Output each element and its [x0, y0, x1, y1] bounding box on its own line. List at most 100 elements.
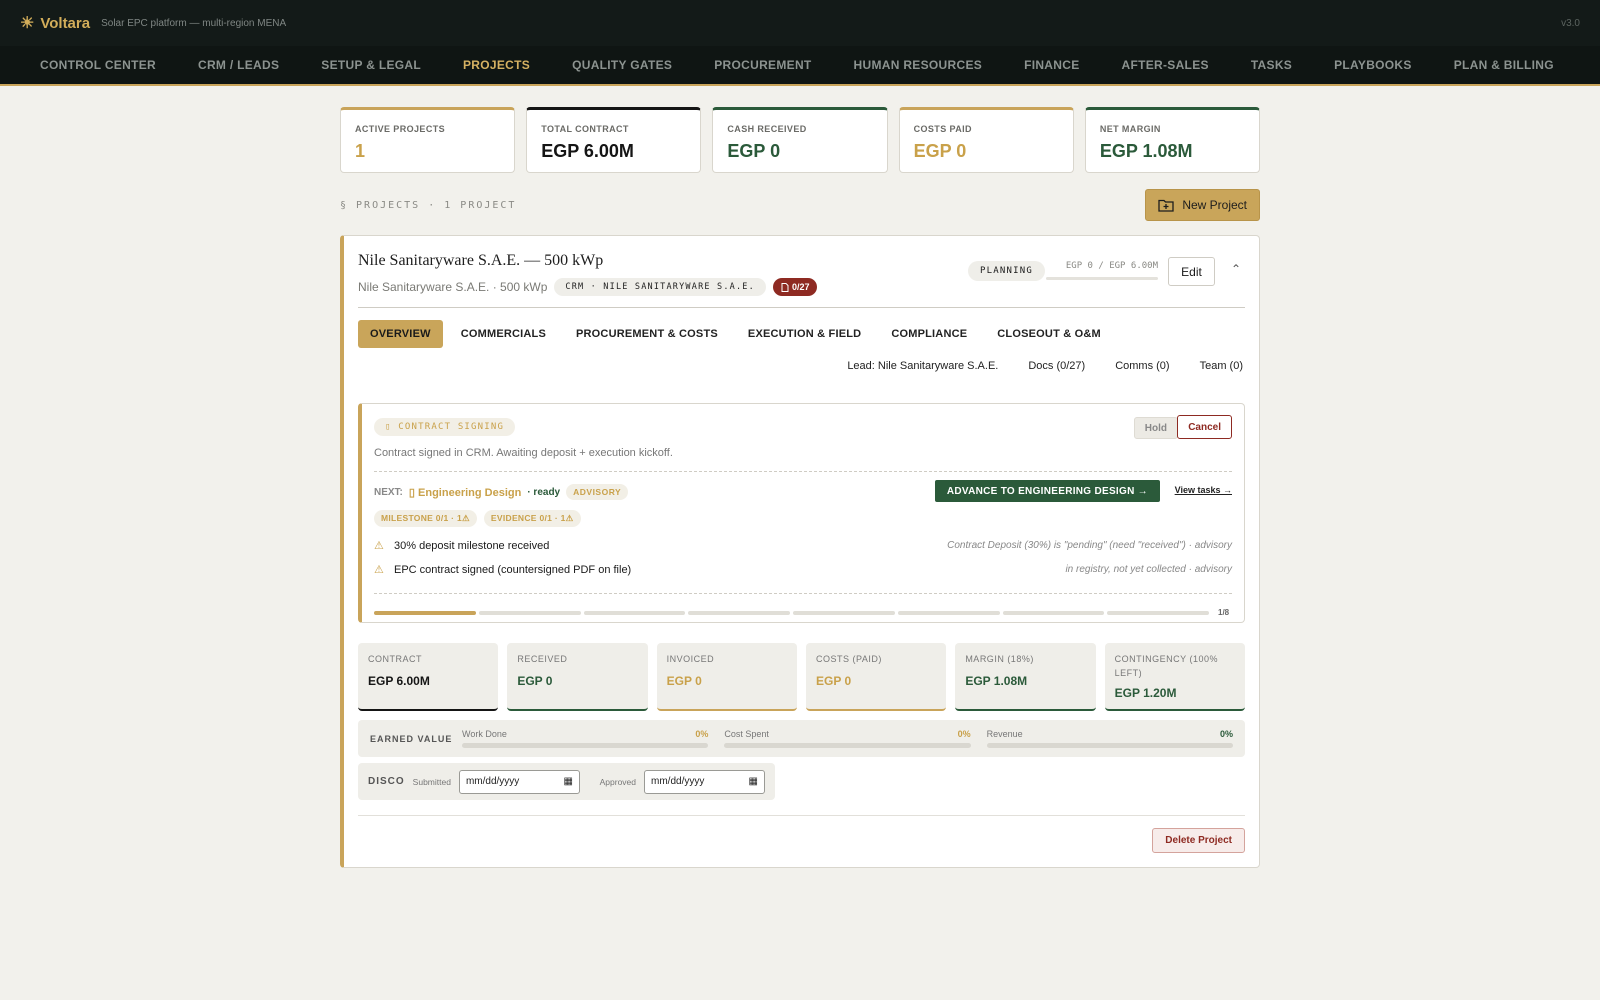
docs-link[interactable]: Docs (0/27) [1028, 360, 1085, 372]
kpi-net-margin: NET MARGIN EGP 1.08M [1084, 107, 1261, 173]
progress-segment [1002, 610, 1105, 615]
tab-overview[interactable]: OVERVIEW [358, 320, 443, 348]
submitted-label: Submitted [412, 776, 451, 787]
ev-name: Cost Spent [724, 729, 769, 739]
cancel-button[interactable]: Cancel [1177, 415, 1232, 439]
submitted-date-input[interactable]: mm/dd/yyyy ▦ [458, 769, 580, 794]
date-placeholder: mm/dd/yyyy [651, 776, 705, 787]
requirement-item: ⚠ EPC contract signed (countersigned PDF… [374, 563, 1232, 577]
fin-label: CONTINGENCY (100% LEFT) [1114, 654, 1218, 678]
ev-pct: 0% [695, 729, 709, 739]
tab-commercials[interactable]: COMMERCIALS [449, 320, 558, 348]
status-badge: PLANNING [968, 261, 1045, 281]
requirement-item: ⚠ 30% deposit milestone received Contrac… [374, 539, 1232, 553]
stage-description: Contract signed in CRM. Awaiting deposit… [374, 447, 673, 459]
evidence-pill: EVIDENCE 0/1 · 1⚠ [483, 510, 581, 527]
delete-project-button[interactable]: Delete Project [1152, 828, 1245, 853]
chevron-up-icon[interactable]: ⌃ [1231, 262, 1241, 276]
hold-button[interactable]: Hold [1133, 417, 1178, 439]
fin-label: COSTS (PAID) [815, 654, 882, 664]
tab-closeout-om[interactable]: CLOSEOUT & O&M [985, 320, 1113, 348]
new-project-label: New Project [1182, 198, 1247, 212]
project-subtitle: Nile Sanitaryware S.A.E. · 500 kWp [358, 280, 548, 294]
stage-progress: 1/8 [374, 608, 1232, 617]
fin-value: EGP 1.20M [1114, 686, 1177, 700]
fin-label: MARGIN (18%) [965, 654, 1034, 664]
calendar-icon[interactable]: ▦ [749, 776, 758, 787]
lead-link[interactable]: Lead: Nile Sanitaryware S.A.E. [847, 360, 998, 372]
kpi-label: CASH RECEIVED [727, 124, 807, 134]
progress-segment [897, 610, 1000, 615]
kpi-label: COSTS PAID [913, 124, 972, 134]
crm-link-chip[interactable]: CRM · NILE SANITARYWARE S.A.E. [554, 278, 766, 296]
disco-panel: DISCO Submitted mm/dd/yyyy ▦ Approved mm… [358, 763, 775, 800]
fin-value: EGP 6.00M [368, 674, 430, 688]
ev-revenue: Revenue 0% [986, 729, 1233, 748]
nav-human-resources[interactable]: HUMAN RESOURCES [854, 58, 983, 72]
cash-progress-bar [1046, 277, 1158, 280]
nav-projects[interactable]: PROJECTS [463, 58, 530, 72]
edit-project-button[interactable]: Edit [1168, 257, 1215, 286]
tab-compliance[interactable]: COMPLIANCE [879, 320, 979, 348]
nav-finance[interactable]: FINANCE [1024, 58, 1079, 72]
date-placeholder: mm/dd/yyyy [465, 776, 520, 787]
sun-icon: ☀ [20, 15, 35, 32]
kpi-value: EGP 0 [727, 141, 781, 161]
fin-contract: CONTRACT EGP 6.00M [358, 643, 499, 711]
ready-status: · ready [527, 486, 561, 498]
kpi-label: NET MARGIN [1099, 124, 1161, 134]
kpi-active-projects: ACTIVE PROJECTS 1 [340, 107, 516, 173]
nav-playbooks[interactable]: PLAYBOOKS [1334, 58, 1412, 72]
advance-stage-button[interactable]: ADVANCE TO ENGINEERING DESIGN → [934, 480, 1160, 502]
view-tasks-link[interactable]: View tasks → [1175, 485, 1232, 495]
project-card: Nile Sanitaryware S.A.E. — 500 kWp Nile … [340, 235, 1260, 868]
brand-logo[interactable]: ☀ Voltara [20, 13, 90, 33]
stage-icon: ▯ [385, 422, 392, 432]
financial-tiles: CONTRACT EGP 6.00M RECEIVED EGP 0 INVOIC… [358, 643, 1245, 711]
tab-execution-field[interactable]: EXECUTION & FIELD [736, 320, 873, 348]
kpi-value: 1 [355, 141, 366, 161]
docs-count-badge[interactable]: 0/27 [772, 278, 818, 296]
requirement-note: in registry, not yet collected · advisor… [1065, 564, 1232, 575]
ev-bar [986, 743, 1233, 748]
approved-date-input[interactable]: mm/dd/yyyy ▦ [644, 769, 765, 794]
ev-bar [462, 743, 709, 748]
ev-pct: 0% [957, 729, 971, 739]
progress-segment [793, 610, 895, 615]
ev-cost-spent: Cost Spent 0% [724, 729, 971, 748]
divider [374, 593, 1232, 594]
nav-plan-billing[interactable]: PLAN & BILLING [1454, 58, 1554, 72]
nav-tasks[interactable]: TASKS [1251, 58, 1292, 72]
nav-crm-leads[interactable]: CRM / LEADS [198, 58, 279, 72]
kpi-value: EGP 1.08M [1099, 141, 1193, 161]
tab-procurement-costs[interactable]: PROCUREMENT & COSTS [564, 320, 730, 348]
next-stage-name-text: Engineering Design [418, 486, 522, 499]
warning-icon: ⚠ [374, 540, 384, 552]
comms-link[interactable]: Comms (0) [1115, 360, 1169, 372]
kpi-label: ACTIVE PROJECTS [355, 124, 446, 134]
new-project-button[interactable]: New Project [1145, 189, 1260, 221]
kpi-cash-received: CASH RECEIVED EGP 0 [712, 107, 888, 173]
nav-after-sales[interactable]: AFTER-SALES [1122, 58, 1209, 72]
project-tabs: OVERVIEW COMMERCIALS PROCUREMENT & COSTS… [358, 320, 1119, 348]
app-tagline: Solar EPC platform — multi-region MENA [101, 17, 287, 29]
next-stage-name: ▯ Engineering Design [409, 486, 521, 499]
stage-panel: ▯ CONTRACT SIGNING Hold Cancel Contract … [358, 403, 1245, 623]
nav-control-center[interactable]: CONTROL CENTER [40, 58, 156, 72]
nav-procurement[interactable]: PROCUREMENT [714, 58, 811, 72]
ev-bar [724, 743, 971, 748]
calendar-icon[interactable]: ▦ [563, 776, 572, 787]
fin-label: INVOICED [666, 654, 715, 664]
disco-label: DISCO [368, 776, 405, 787]
next-stage-row: NEXT: ▯ Engineering Design · ready ADVIS… [374, 484, 629, 500]
team-link[interactable]: Team (0) [1200, 360, 1243, 372]
top-bar: ☀ Voltara Solar EPC platform — multi-reg… [0, 0, 1600, 46]
milestone-pill: MILESTONE 0/1 · 1⚠ [374, 510, 477, 527]
nav-quality-gates[interactable]: QUALITY GATES [572, 58, 672, 72]
projects-header: § PROJECTS · 1 PROJECT New Project [340, 189, 1260, 221]
advisory-chip: ADVISORY [566, 484, 629, 500]
progress-segment [1107, 610, 1209, 615]
gate-pills: MILESTONE 0/1 · 1⚠ EVIDENCE 0/1 · 1⚠ [374, 510, 581, 527]
fin-label: RECEIVED [517, 654, 568, 664]
nav-setup-legal[interactable]: SETUP & LEGAL [321, 58, 421, 72]
